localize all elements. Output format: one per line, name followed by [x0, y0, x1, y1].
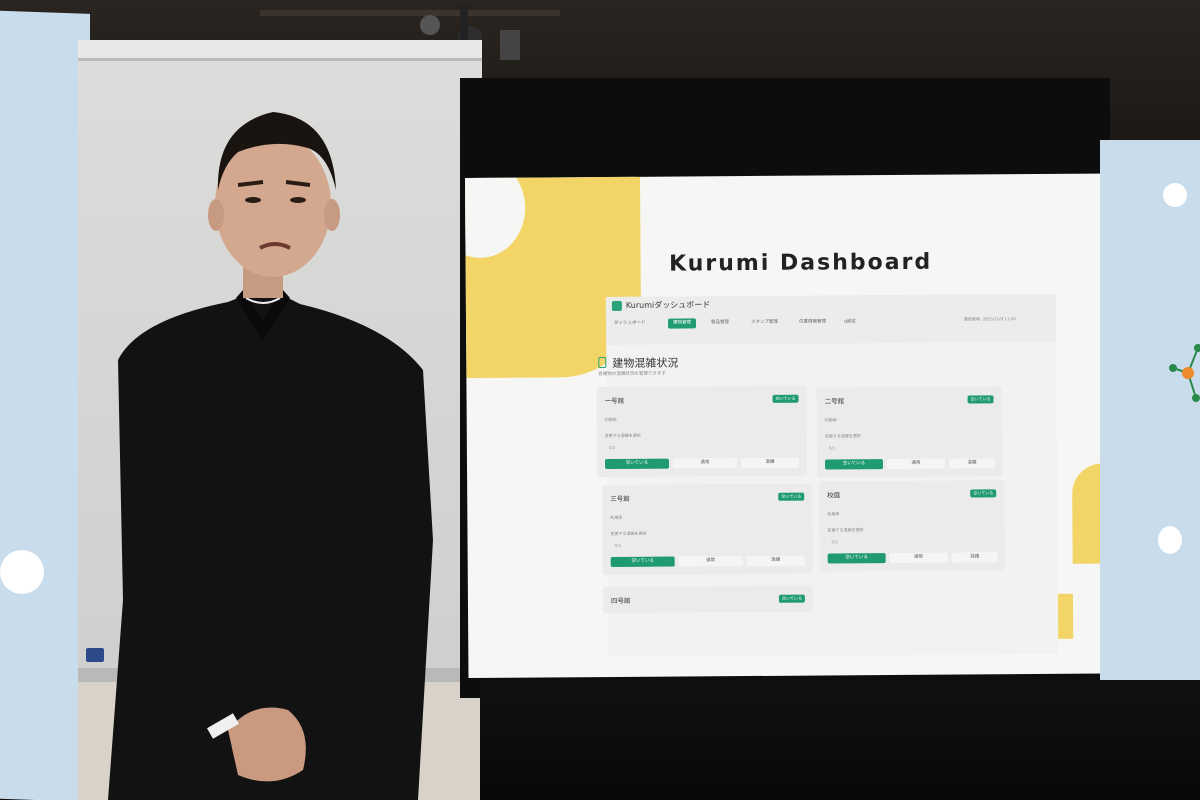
set-crowded-button[interactable]: 混雑 [746, 555, 805, 567]
molecule-graphic [1169, 344, 1200, 402]
building-card: 四号館 空いている [602, 585, 814, 614]
usage-value: 0/1 [828, 445, 836, 451]
change-label: 変更する混雑を選択 [604, 432, 641, 439]
usage-label: 利用率 [827, 511, 840, 517]
building-card: 二号館 空いている 利用率 変更する混雑を選択 0/1 空いている 通常 混雑 [816, 386, 1003, 478]
change-label: 変更する混雑を選択 [610, 530, 647, 536]
status-badge: 空いている [779, 594, 805, 603]
dashboard-app-window: Kurumiダッシュボード ダッシュボード 建物管理 製品管理 スタンプ管理 位… [596, 293, 1059, 658]
set-normal-button[interactable]: 通常 [889, 552, 948, 564]
right-side-screen [1100, 140, 1200, 730]
nav-item-location[interactable]: 位置情報管理 [799, 317, 826, 327]
stage-floor [480, 680, 1200, 800]
app-logo-icon [611, 300, 622, 311]
usage-value: 0/4 [614, 542, 622, 548]
presenter-figure [108, 112, 433, 800]
event-stage: Kurumi Dashboard Kurumiダッシュボード ダッシュボード 建… [0, 0, 1200, 800]
set-normal-button[interactable]: 通常 [672, 458, 738, 469]
status-badge: 空いている [772, 394, 799, 403]
set-empty-button[interactable]: 空いている [604, 458, 670, 470]
status-badge: 空いている [778, 492, 805, 501]
set-normal-button[interactable]: 通常 [678, 556, 743, 567]
usage-label: 利用率 [610, 514, 623, 520]
nav-item-stamps[interactable]: スタンプ管理 [751, 318, 778, 328]
building-card: 校庭 空いている 利用率 変更する混雑を選択 0/5 空いている 通常 混雑 [819, 480, 1005, 572]
building-name: 三号館 [610, 494, 630, 503]
building-name: 二号館 [824, 397, 845, 406]
status-badge: 空いている [967, 395, 994, 404]
building-card: 三号館 空いている 利用率 変更する混雑を選択 0/4 空いている 通常 混雑 [602, 483, 813, 576]
change-label: 変更する混雑を選択 [827, 527, 864, 533]
nav-item-settings[interactable]: q設定 [844, 317, 856, 327]
left-side-screen [0, 10, 90, 800]
building-name: 校庭 [827, 491, 841, 500]
nav-item-buildings[interactable]: 建物管理 [667, 318, 697, 329]
usage-label: 利用率 [824, 417, 837, 423]
set-crowded-button[interactable]: 混雑 [948, 458, 996, 469]
building-card: 一号館 空いている 利用率 変更する混雑を選択 0/2 空いている 通常 混雑 [596, 385, 808, 478]
status-badge: 空いている [970, 489, 997, 498]
nav-item-products[interactable]: 製品管理 [711, 318, 729, 328]
slide-title: Kurumi Dashboard [668, 249, 933, 277]
last-updated: 最終更新: 2025/11/9 11:04 [963, 316, 1016, 322]
set-empty-button[interactable]: 空いている [827, 553, 886, 564]
usage-value: 0/2 [608, 444, 616, 451]
set-crowded-button[interactable]: 混雑 [740, 457, 800, 469]
set-empty-button[interactable]: 空いている [824, 459, 884, 470]
building-name: 一号館 [604, 396, 625, 406]
set-normal-button[interactable]: 通常 [886, 458, 946, 470]
usage-value: 0/5 [831, 539, 839, 545]
page-title: 建物混雑状況 [612, 356, 679, 370]
building-name: 四号館 [610, 596, 631, 605]
decorative-circle [1163, 183, 1187, 207]
decorative-circle [0, 550, 44, 594]
app-header: Kurumiダッシュボード ダッシュボード 建物管理 製品管理 スタンプ管理 位… [605, 293, 1057, 346]
set-crowded-button[interactable]: 混雑 [951, 552, 998, 563]
building-icon [598, 357, 607, 369]
usage-label: 利用率 [604, 416, 617, 423]
page-subtitle: 各建物の混雑状況を管理できます [598, 371, 666, 378]
change-label: 変更する混雑を選択 [824, 433, 861, 439]
decorative-circle [1158, 526, 1182, 554]
dashboard-slide: Kurumi Dashboard Kurumiダッシュボード ダッシュボード 建… [465, 173, 1139, 678]
set-empty-button[interactable]: 空いている [610, 556, 675, 567]
app-name: Kurumiダッシュボード [625, 300, 711, 310]
nav-item-dashboard[interactable]: ダッシュボード [614, 319, 646, 329]
